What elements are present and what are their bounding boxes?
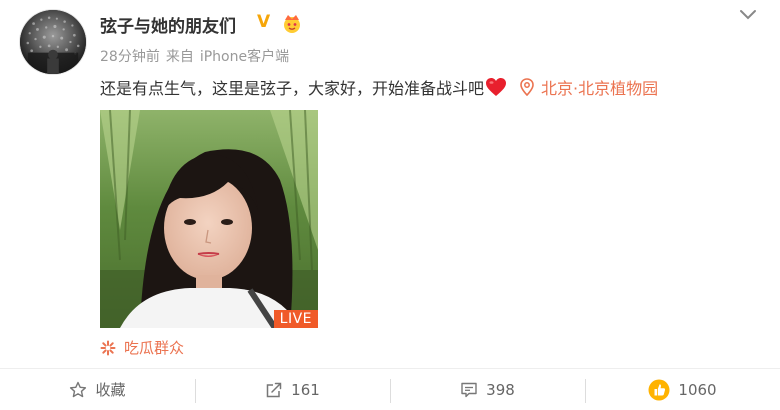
comment-icon	[461, 382, 477, 397]
thumbs-up-icon	[648, 379, 670, 400]
location-pin-icon	[520, 78, 534, 96]
like-count: 1060	[678, 380, 717, 399]
comment-count: 398	[486, 380, 515, 399]
verified-badge: V	[257, 12, 271, 32]
crown-emoji-icon	[284, 15, 300, 33]
post-text-body: 还是有点生气，这里是弦子，大家好，开始准备战斗吧	[100, 79, 485, 98]
from-label: 来自	[165, 49, 194, 65]
favorite-button[interactable]: 收藏	[0, 369, 195, 410]
comment-button[interactable]: 398	[390, 369, 585, 410]
favorite-label: 收藏	[95, 381, 126, 399]
post-time[interactable]: 28分钟前	[100, 49, 160, 65]
repost-count: 161	[291, 380, 320, 399]
repost-button[interactable]: 161	[195, 369, 390, 410]
client-link[interactable]: iPhone客户端	[200, 49, 289, 65]
chevron-down-icon[interactable]	[737, 6, 759, 24]
post-meta: 28分钟前 来自 iPhone客户端	[100, 46, 289, 66]
repost-icon	[266, 382, 282, 397]
post-toolbar: 收藏 161 398 1060	[0, 369, 780, 410]
topic-spark-icon	[100, 340, 116, 355]
avatar[interactable]	[19, 9, 87, 75]
weibo-post-card: 弦子与她的朋友们 V 28分钟前 来自 iPhone客户端 还是有点生气，这里是弦子…	[0, 0, 780, 410]
topic-text: 吃瓜群众	[124, 339, 185, 357]
avatar-image	[20, 10, 86, 74]
post-text: 还是有点生气，这里是弦子，大家好，开始准备战斗吧 北京·北京植物园	[100, 75, 658, 99]
topic-link[interactable]: 吃瓜群众	[100, 337, 184, 358]
username[interactable]: 弦子与她的朋友们	[100, 12, 236, 37]
photo-image	[100, 110, 318, 328]
star-icon	[70, 381, 87, 397]
red-heart-emoji-icon	[486, 78, 507, 96]
location-text: 北京·北京植物园	[541, 79, 659, 98]
live-badge: LIVE	[273, 310, 318, 328]
location-link[interactable]: 北京·北京植物园	[519, 75, 658, 99]
post-photo[interactable]: LIVE	[100, 110, 318, 328]
like-button[interactable]: 1060	[585, 369, 780, 410]
